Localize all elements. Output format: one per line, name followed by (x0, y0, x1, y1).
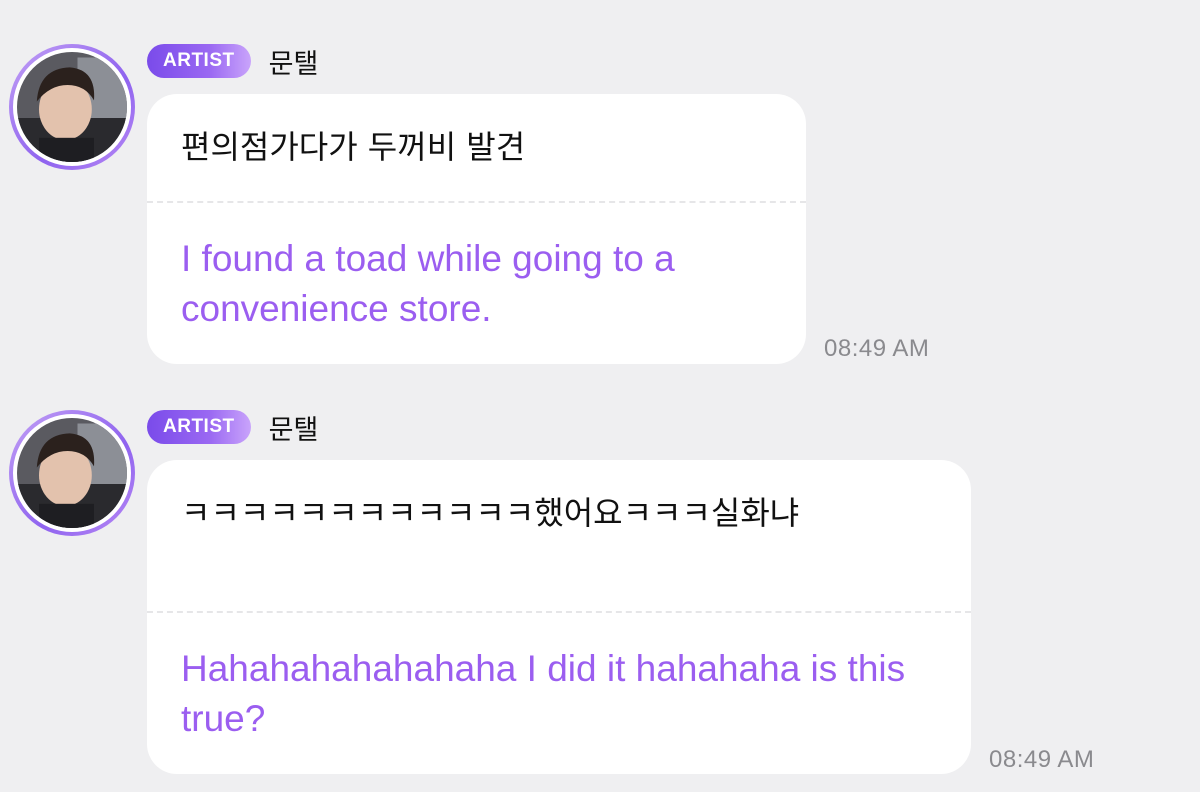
avatar-border (13, 48, 131, 166)
original-text: ㅋㅋㅋㅋㅋㅋㅋㅋㅋㅋㅋㅋ했어요ㅋㅋㅋ실화냐 (181, 494, 800, 532)
artist-badge: ARTIST (147, 44, 251, 78)
avatar-border (13, 414, 131, 532)
sender-name[interactable]: 문탤 (269, 408, 319, 447)
message-bubble[interactable]: ㅋㅋㅋㅋㅋㅋㅋㅋㅋㅋㅋㅋ했어요ㅋㅋㅋ실화냐 Hahahahahahahaha I… (147, 460, 971, 774)
avatar[interactable] (9, 44, 135, 170)
bubble-divider (147, 201, 806, 203)
translation-text: I found a toad while going to a convenie… (181, 238, 675, 329)
profile-photo-icon (17, 418, 127, 528)
original-text: 편의점가다가 두꺼비 발견 (181, 128, 526, 166)
bubble-divider (147, 611, 971, 613)
sender-row: ARTIST 문탤 (147, 408, 319, 447)
sender-name[interactable]: 문탤 (269, 42, 319, 81)
timestamp: 08:49 AM (989, 746, 1095, 773)
translation-text: Hahahahahahahaha I did it hahahaha is th… (181, 648, 906, 739)
message-bubble[interactable]: 편의점가다가 두꺼비 발견 I found a toad while going… (147, 94, 806, 364)
avatar-photo (17, 418, 127, 528)
profile-photo-icon (17, 52, 127, 162)
timestamp: 08:49 AM (824, 335, 930, 362)
avatar[interactable] (9, 410, 135, 536)
avatar-photo (17, 52, 127, 162)
artist-badge: ARTIST (147, 410, 251, 444)
sender-row: ARTIST 문탤 (147, 42, 319, 81)
